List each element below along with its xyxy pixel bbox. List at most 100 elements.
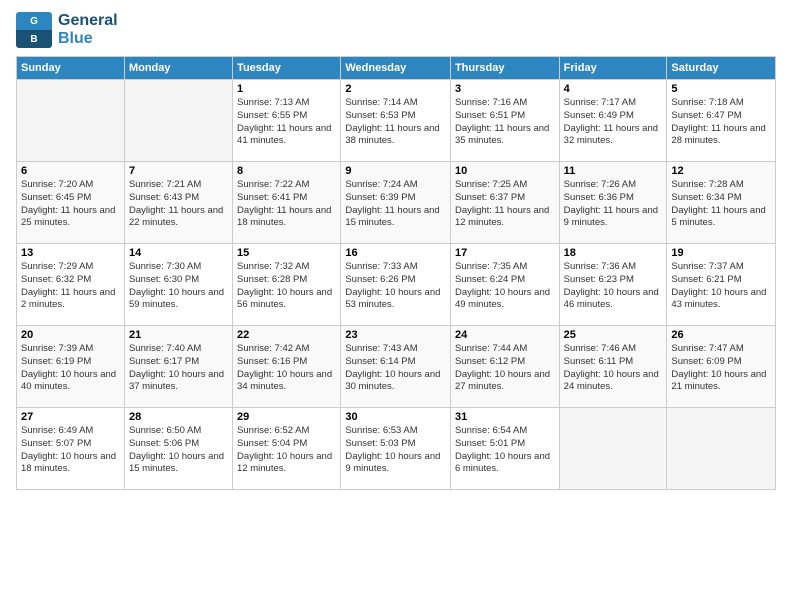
day-cell: 1 Sunrise: 7:13 AMSunset: 6:55 PMDaylight… <box>233 80 341 162</box>
day-cell: 7 Sunrise: 7:21 AMSunset: 6:43 PMDaylight… <box>124 162 232 244</box>
day-number: 14 <box>129 247 228 259</box>
col-header-tuesday: Tuesday <box>233 57 341 80</box>
day-cell: 27 Sunrise: 6:49 AMSunset: 5:07 PMDayligh… <box>17 408 125 490</box>
day-info: Sunrise: 7:14 AMSunset: 6:53 PMDaylight:… <box>345 97 446 148</box>
day-number: 6 <box>21 165 120 177</box>
day-info: Sunrise: 7:35 AMSunset: 6:24 PMDaylight:… <box>455 261 555 312</box>
day-cell: 2Sunrise: 7:14 AMSunset: 6:53 PMDaylight… <box>341 80 451 162</box>
day-number: 8 <box>237 165 336 177</box>
logo-container: G B General Blue <box>16 12 118 48</box>
day-info: Sunrise: 7:47 AMSunset: 6:09 PMDaylight:… <box>671 343 771 394</box>
logo-general: General <box>58 12 118 30</box>
day-info: Sunrise: 7:24 AMSunset: 6:39 PMDaylight:… <box>345 179 446 230</box>
day-info: Sunrise: 7:28 AMSunset: 6:34 PMDaylight:… <box>671 179 771 230</box>
day-number: 1 <box>237 83 336 95</box>
day-cell <box>559 408 667 490</box>
day-info: Sunrise: 7:16 AMSunset: 6:51 PMDaylight:… <box>455 97 555 148</box>
day-number: 7 <box>129 165 228 177</box>
calendar-table: SundayMondayTuesdayWednesdayThursdayFrid… <box>16 56 776 490</box>
day-info: Sunrise: 7:43 AMSunset: 6:14 PMDaylight:… <box>345 343 446 394</box>
day-info: Sunrise: 7:42 AMSunset: 6:16 PMDaylight:… <box>237 343 336 394</box>
day-number: 22 <box>237 329 336 341</box>
day-info: Sunrise: 7:26 AMSunset: 6:36 PMDaylight:… <box>564 179 663 230</box>
week-row-3: 13Sunrise: 7:29 AMSunset: 6:32 PMDayligh… <box>17 244 776 326</box>
day-number: 16 <box>345 247 446 259</box>
day-cell <box>667 408 776 490</box>
day-number: 29 <box>237 411 336 423</box>
col-header-wednesday: Wednesday <box>341 57 451 80</box>
day-cell: 20 Sunrise: 7:39 AMSunset: 6:19 PMDayligh… <box>17 326 125 408</box>
week-row-1: 1 Sunrise: 7:13 AMSunset: 6:55 PMDaylight… <box>17 80 776 162</box>
day-number: 3 <box>455 83 555 95</box>
day-info: Sunrise: 7:32 AMSunset: 6:28 PMDaylight:… <box>237 261 336 312</box>
day-info: Sunrise: 7:33 AMSunset: 6:26 PMDaylight:… <box>345 261 446 312</box>
day-cell: 29 Sunrise: 6:52 AMSunset: 5:04 PMDayligh… <box>233 408 341 490</box>
day-number: 9 <box>345 165 446 177</box>
day-number: 30 <box>345 411 446 423</box>
day-info: Sunrise: 7:46 AMSunset: 6:11 PMDaylight:… <box>564 343 663 394</box>
day-info: Sunrise: 6:52 AMSunset: 5:04 PMDaylight:… <box>237 425 336 476</box>
day-cell: 12 Sunrise: 7:28 AMSunset: 6:34 PMDayligh… <box>667 162 776 244</box>
day-number: 12 <box>671 165 771 177</box>
logo-text-block: General Blue <box>58 12 118 47</box>
day-number: 5 <box>671 83 771 95</box>
day-cell: 30 Sunrise: 6:53 AMSunset: 5:03 PMDayligh… <box>341 408 451 490</box>
day-cell: 16 Sunrise: 7:33 AMSunset: 6:26 PMDayligh… <box>341 244 451 326</box>
day-cell: 17 Sunrise: 7:35 AMSunset: 6:24 PMDayligh… <box>450 244 559 326</box>
day-number: 25 <box>564 329 663 341</box>
day-info: Sunrise: 7:37 AMSunset: 6:21 PMDaylight:… <box>671 261 771 312</box>
day-info: Sunrise: 7:22 AMSunset: 6:41 PMDaylight:… <box>237 179 336 230</box>
day-number: 24 <box>455 329 555 341</box>
day-number: 19 <box>671 247 771 259</box>
day-info: Sunrise: 7:40 AMSunset: 6:17 PMDaylight:… <box>129 343 228 394</box>
day-cell: 22 Sunrise: 7:42 AMSunset: 6:16 PMDayligh… <box>233 326 341 408</box>
day-cell: 26 Sunrise: 7:47 AMSunset: 6:09 PMDayligh… <box>667 326 776 408</box>
day-info: Sunrise: 6:54 AMSunset: 5:01 PMDaylight:… <box>455 425 555 476</box>
day-info: Sunrise: 7:39 AMSunset: 6:19 PMDaylight:… <box>21 343 120 394</box>
day-number: 28 <box>129 411 228 423</box>
col-header-sunday: Sunday <box>17 57 125 80</box>
week-row-4: 20 Sunrise: 7:39 AMSunset: 6:19 PMDayligh… <box>17 326 776 408</box>
day-cell: 25 Sunrise: 7:46 AMSunset: 6:11 PMDayligh… <box>559 326 667 408</box>
day-cell: 19 Sunrise: 7:37 AMSunset: 6:21 PMDayligh… <box>667 244 776 326</box>
day-cell: 21 Sunrise: 7:40 AMSunset: 6:17 PMDayligh… <box>124 326 232 408</box>
day-cell <box>124 80 232 162</box>
day-number: 26 <box>671 329 771 341</box>
week-row-5: 27 Sunrise: 6:49 AMSunset: 5:07 PMDayligh… <box>17 408 776 490</box>
day-cell: 24 Sunrise: 7:44 AMSunset: 6:12 PMDayligh… <box>450 326 559 408</box>
day-number: 18 <box>564 247 663 259</box>
day-info: Sunrise: 7:17 AMSunset: 6:49 PMDaylight:… <box>564 97 663 148</box>
day-number: 23 <box>345 329 446 341</box>
day-info: Sunrise: 6:49 AMSunset: 5:07 PMDaylight:… <box>21 425 120 476</box>
day-info: Sunrise: 7:44 AMSunset: 6:12 PMDaylight:… <box>455 343 555 394</box>
day-info: Sunrise: 7:29 AMSunset: 6:32 PMDaylight:… <box>21 261 120 312</box>
day-number: 27 <box>21 411 120 423</box>
day-info: Sunrise: 7:21 AMSunset: 6:43 PMDaylight:… <box>129 179 228 230</box>
col-header-saturday: Saturday <box>667 57 776 80</box>
day-number: 15 <box>237 247 336 259</box>
day-cell: 15 Sunrise: 7:32 AMSunset: 6:28 PMDayligh… <box>233 244 341 326</box>
logo: G B General Blue <box>16 12 118 48</box>
day-cell: 8 Sunrise: 7:22 AMSunset: 6:41 PMDaylight… <box>233 162 341 244</box>
day-cell: 5Sunrise: 7:18 AMSunset: 6:47 PMDaylight… <box>667 80 776 162</box>
day-info: Sunrise: 7:30 AMSunset: 6:30 PMDaylight:… <box>129 261 228 312</box>
logo-icon: G B <box>16 12 52 48</box>
col-header-monday: Monday <box>124 57 232 80</box>
day-number: 11 <box>564 165 663 177</box>
day-cell <box>17 80 125 162</box>
day-number: 10 <box>455 165 555 177</box>
day-number: 20 <box>21 329 120 341</box>
day-info: Sunrise: 7:13 AMSunset: 6:55 PMDaylight:… <box>237 97 336 148</box>
day-info: Sunrise: 7:36 AMSunset: 6:23 PMDaylight:… <box>564 261 663 312</box>
day-number: 21 <box>129 329 228 341</box>
week-row-2: 6Sunrise: 7:20 AMSunset: 6:45 PMDaylight… <box>17 162 776 244</box>
header: G B General Blue <box>16 12 776 48</box>
day-info: Sunrise: 7:25 AMSunset: 6:37 PMDaylight:… <box>455 179 555 230</box>
day-cell: 11 Sunrise: 7:26 AMSunset: 6:36 PMDayligh… <box>559 162 667 244</box>
day-cell: 18 Sunrise: 7:36 AMSunset: 6:23 PMDayligh… <box>559 244 667 326</box>
day-number: 17 <box>455 247 555 259</box>
col-header-friday: Friday <box>559 57 667 80</box>
page: G B General Blue SundayMondayTuesdayWedn… <box>0 0 792 502</box>
day-info: Sunrise: 6:53 AMSunset: 5:03 PMDaylight:… <box>345 425 446 476</box>
day-number: 31 <box>455 411 555 423</box>
